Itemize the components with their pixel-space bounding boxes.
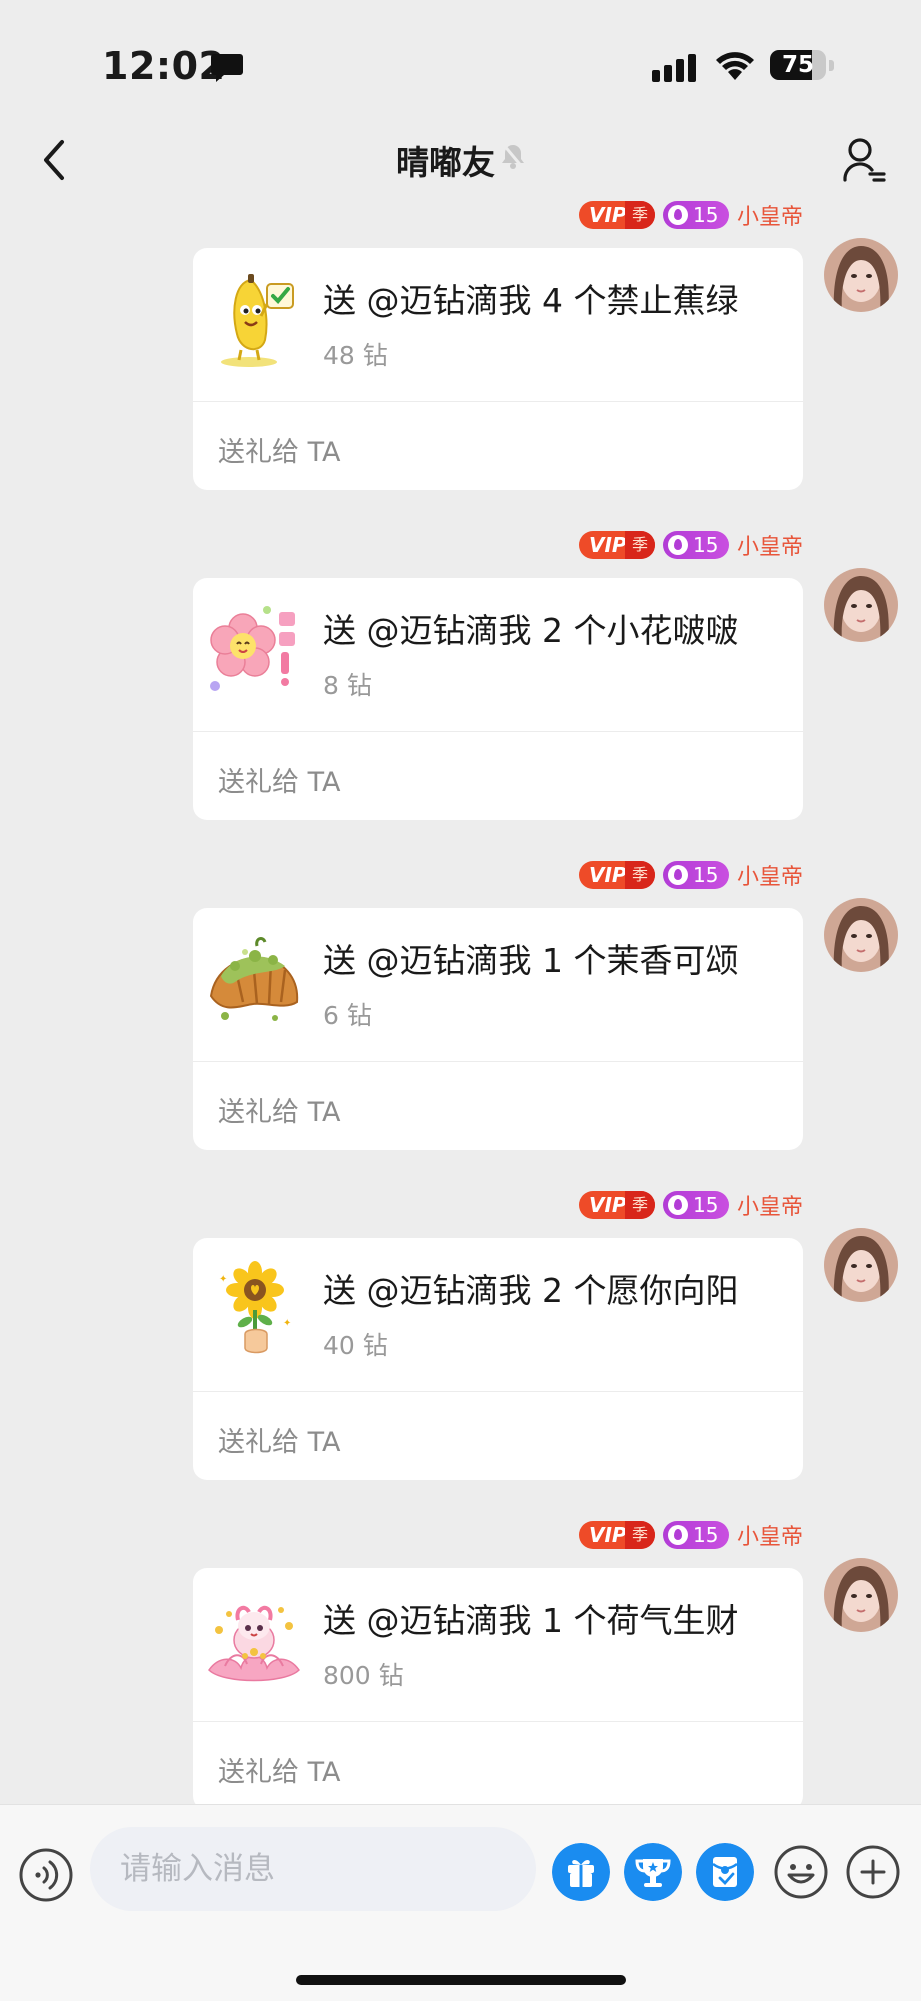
emoji-icon[interactable] [772,1843,830,1901]
red-packet-icon[interactable] [696,1843,754,1901]
avatar[interactable] [824,1558,898,1632]
user-settings-icon[interactable] [842,136,888,184]
avatar[interactable] [824,568,898,642]
level-drop-icon [667,865,688,885]
vip-badge: VIP 季 [578,531,655,559]
send-gift-button[interactable]: 送礼给 TA [218,1090,340,1129]
level-drop-icon [667,205,688,225]
gift-message-card[interactable]: 送 @迈钻滴我 1 个茉香可颂 6 钻 送礼给 TA [193,908,803,1150]
gift-price: 40 钻 [323,1331,388,1360]
gift-price: 8 钻 [323,671,372,700]
sender-badges: VIP 季 15 小皇帝 [578,1189,803,1221]
banana-gift-icon [221,274,294,367]
message-item: VIP 季 15 小皇帝 [0,860,921,1160]
send-gift-button[interactable]: 送礼给 TA [218,1750,340,1789]
gift-price: 48 钻 [323,341,388,370]
send-gift-button[interactable]: 送礼给 TA [218,430,340,469]
cellular-signal-icon [652,54,696,82]
card-divider [193,401,803,402]
gift-price: 800 钻 [323,1661,404,1690]
home-indicator[interactable] [296,1975,626,1985]
nav-bar: 晴嘟友 [0,120,921,198]
voice-icon[interactable] [18,1847,74,1903]
gift-message-card[interactable]: ✦ ✦ 送 @迈钻滴我 2 个愿你向阳 40 钻 送礼给 TA [193,1238,803,1480]
wifi-icon [716,52,754,80]
sender-nickname[interactable]: 小皇帝 [737,200,803,231]
input-toolbar [0,1804,921,2001]
card-divider [193,1061,803,1062]
sender-nickname[interactable]: 小皇帝 [737,1519,803,1551]
message-item: VIP 季 15 小皇帝 [0,200,921,500]
gift-price: 6 钻 [323,1001,372,1030]
gift-message-card[interactable]: 送 @迈钻滴我 4 个禁止蕉绿 48 钻 送礼给 TA [193,248,803,490]
sender-badges: VIP 季 15 小皇帝 [578,529,803,561]
gift-message-card[interactable]: 送 @迈钻滴我 2 个小花啵啵 8 钻 送礼给 TA [193,578,803,820]
avatar[interactable] [824,238,898,312]
sender-nickname[interactable]: 小皇帝 [737,859,803,891]
sender-nickname[interactable]: 小皇帝 [737,529,803,561]
level-badge: 15 [662,1521,729,1549]
level-badge: 15 [662,861,729,889]
sender-nickname[interactable]: 小皇帝 [737,1189,803,1221]
svg-text:✦: ✦ [283,1318,291,1329]
level-drop-icon [667,535,688,555]
vip-badge: VIP 季 [578,201,655,229]
battery-percent: 75 [781,52,814,78]
gift-message-card[interactable]: 送 @迈钻滴我 1 个荷气生财 800 钻 送礼给 TA [193,1568,803,1804]
level-drop-icon [667,1195,688,1215]
message-item: VIP 季 15 小皇帝 [0,1190,921,1490]
flower-gift-icon [210,606,295,691]
gift-message-title: 送 @迈钻滴我 2 个小花啵啵 [323,611,739,650]
sender-badges: VIP 季 15 小皇帝 [578,200,803,231]
card-divider [193,1391,803,1392]
message-input[interactable] [90,1827,536,1911]
page-title: 晴嘟友 [396,143,495,182]
sender-badges: VIP 季 15 小皇帝 [578,859,803,891]
avatar[interactable] [824,1228,898,1302]
gift-message-title: 送 @迈钻滴我 1 个茉香可颂 [323,941,739,980]
sunflower-gift-icon: ✦ ✦ [219,1261,291,1354]
vip-badge: VIP 季 [578,1191,655,1219]
send-gift-button[interactable]: 送礼给 TA [218,1420,340,1459]
card-divider [193,1721,803,1722]
svg-text:✦: ✦ [219,1274,227,1285]
message-notification-icon [211,54,243,82]
level-drop-icon [667,1525,688,1545]
status-time: 12:02 [102,44,226,88]
avatar[interactable] [824,898,898,972]
level-badge: 15 [662,1191,729,1219]
chat-message-list[interactable]: VIP 季 15 小皇帝 送 @迈钻滴我 4 个禁止蕉绿 48 钻 送礼给 TA… [0,200,921,1804]
gift-icon[interactable] [552,1843,610,1901]
bell-mute-icon [501,143,525,169]
message-item: VIP 季 15 小皇帝 [0,1520,921,1804]
croissant-gift-icon [209,937,299,1021]
gift-message-title: 送 @迈钻滴我 1 个荷气生财 [323,1601,739,1640]
message-item: VIP 季 15 小皇帝 [0,530,921,830]
level-badge: 15 [662,201,729,229]
plus-icon[interactable] [844,1843,902,1901]
card-divider [193,731,803,732]
sender-badges: VIP 季 15 小皇帝 [578,1519,803,1551]
chevron-left-icon[interactable] [40,138,68,182]
battery-indicator: 75 [770,50,836,82]
level-badge: 15 [662,531,729,559]
vip-badge: VIP 季 [578,1521,655,1549]
vip-badge: VIP 季 [578,861,655,889]
trophy-icon[interactable] [624,1843,682,1901]
send-gift-button[interactable]: 送礼给 TA [218,760,340,799]
status-bar: 12:02 75 [0,0,921,120]
gift-message-title: 送 @迈钻滴我 4 个禁止蕉绿 [323,281,739,320]
lotus-gift-icon [208,1605,300,1682]
gift-message-title: 送 @迈钻滴我 2 个愿你向阳 [323,1271,739,1310]
